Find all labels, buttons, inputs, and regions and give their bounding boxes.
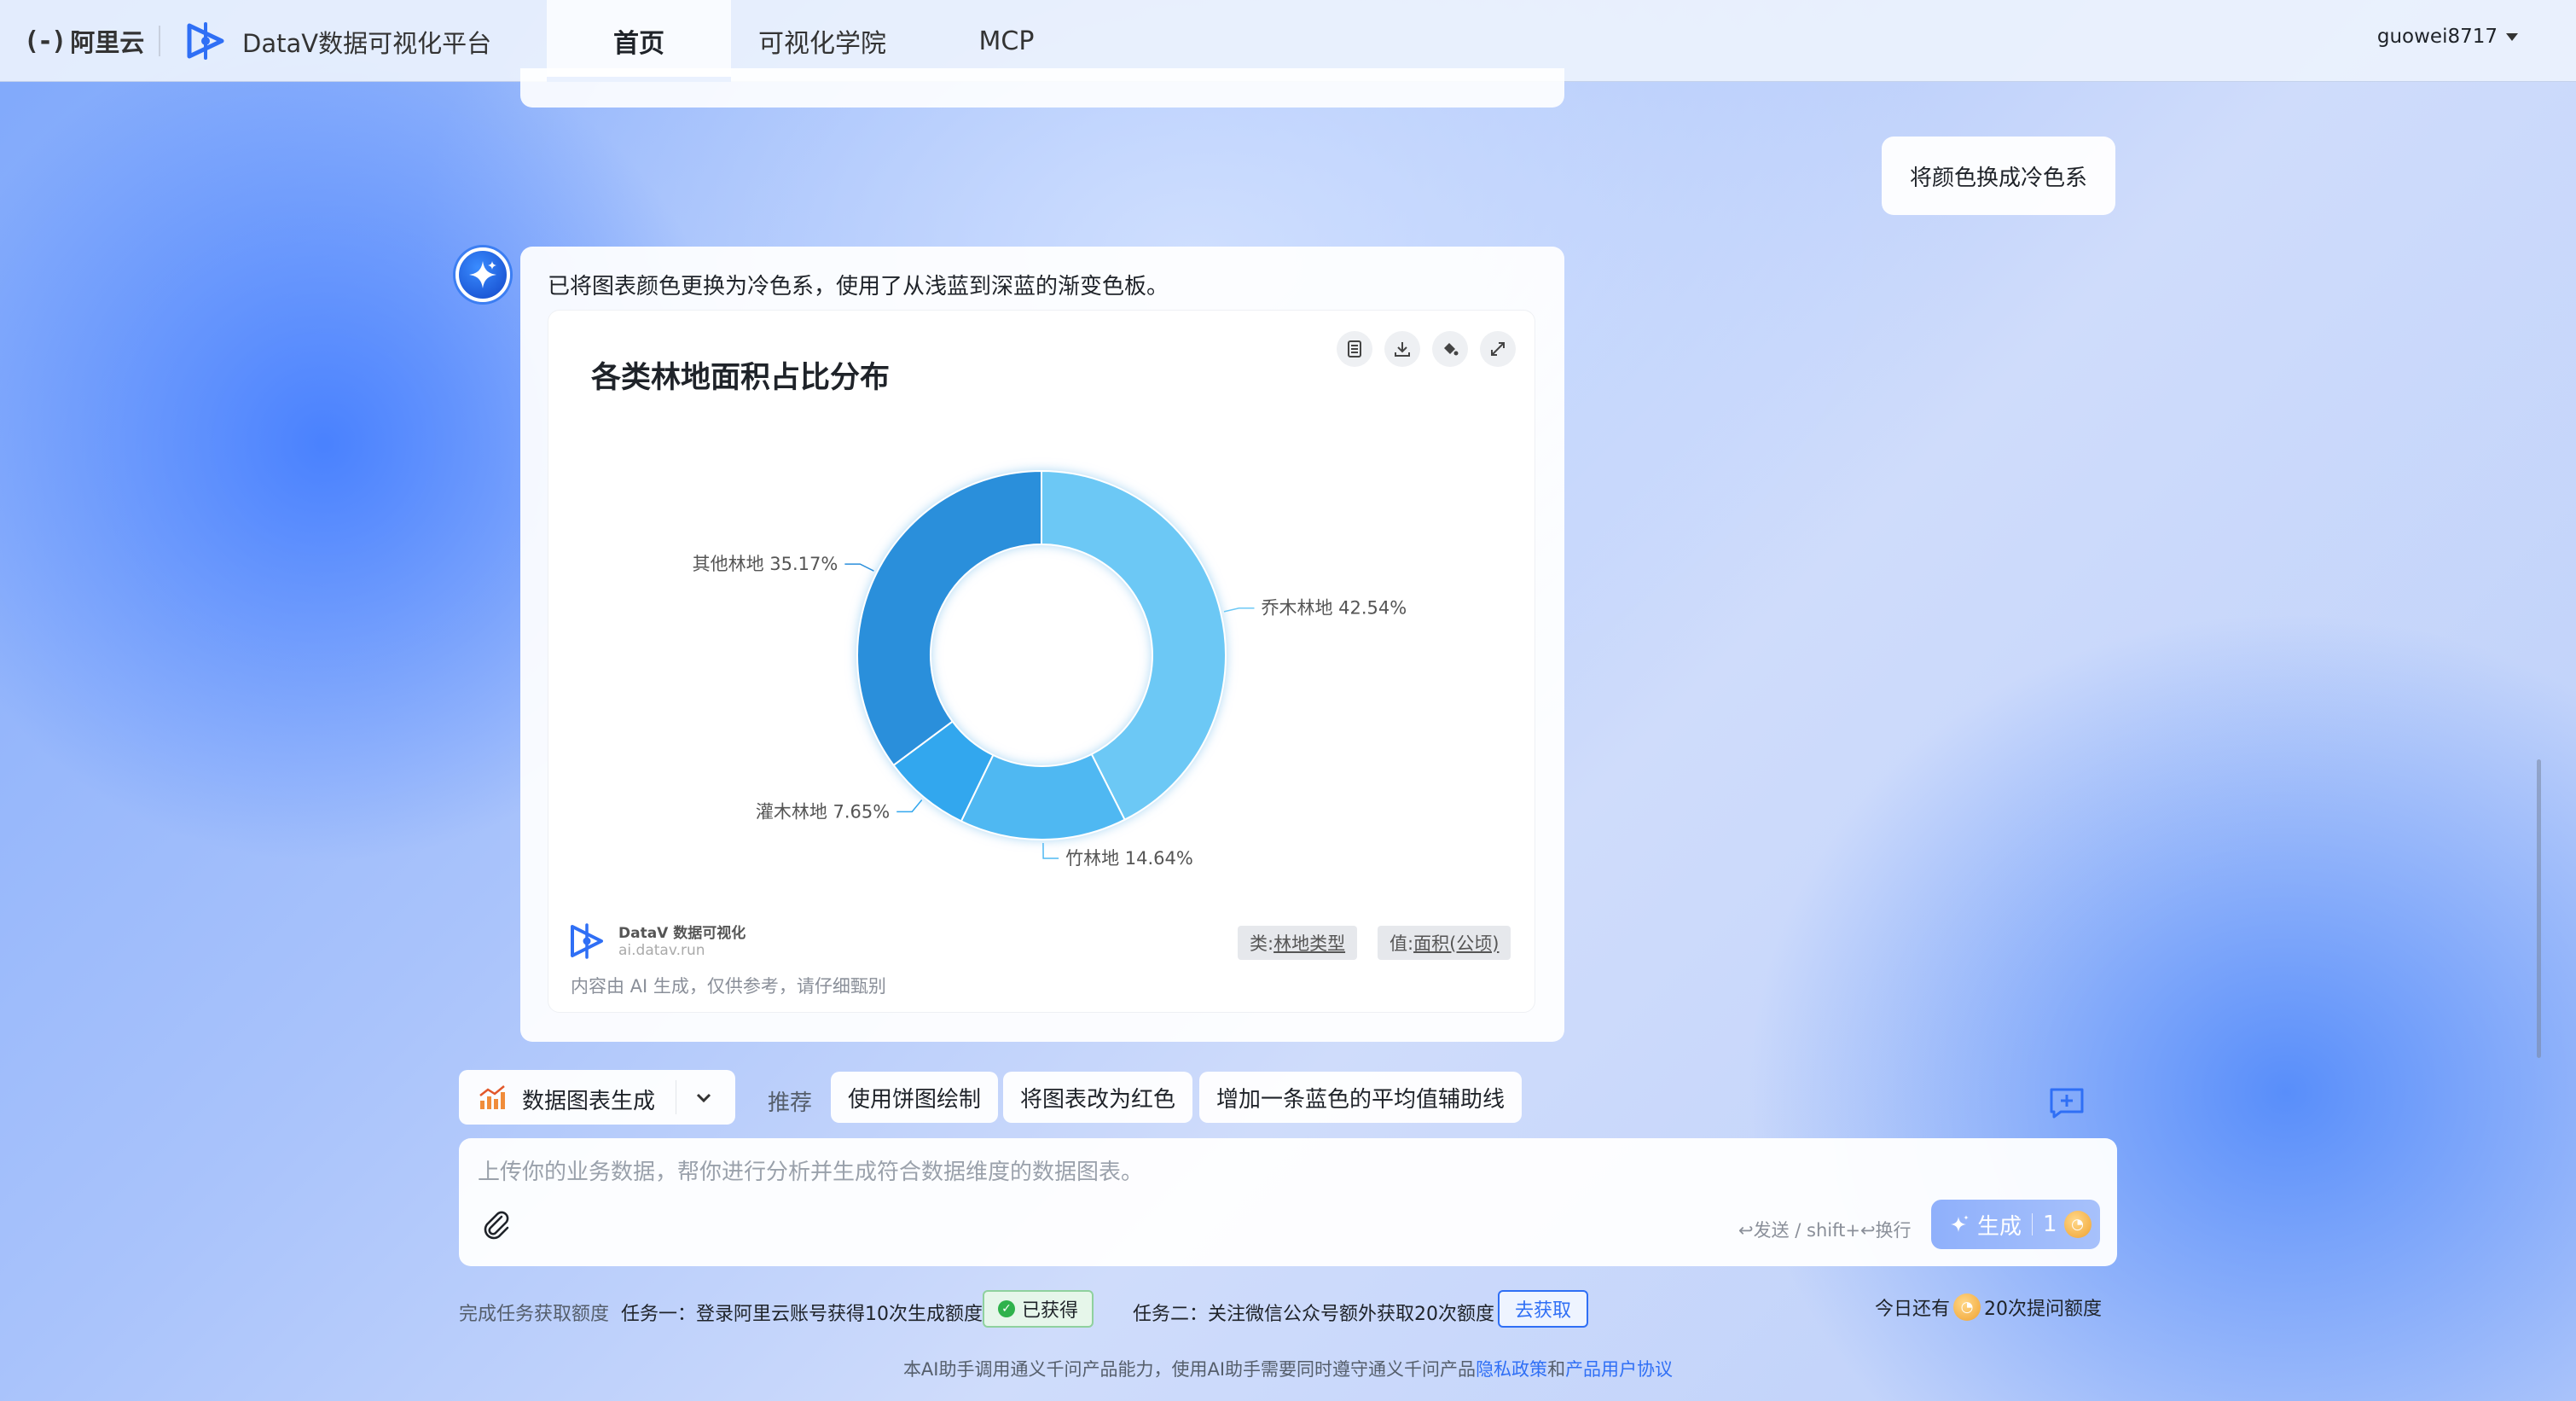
coin-icon: ◔ <box>2063 1211 2092 1238</box>
generate-cost: 1 <box>2043 1212 2057 1237</box>
ai-message-text: 已将图表颜色更换为冷色系，使用了从浅蓝到深蓝的渐变色板。 <box>548 274 1169 299</box>
new-chat-icon[interactable] <box>2049 1087 2085 1119</box>
sparkle-icon <box>469 261 496 288</box>
ai-disclaimer: 内容由 AI 生成，仅供参考，请仔细甄别 <box>571 976 886 997</box>
suggestion-chip-red[interactable]: 将图表改为红色 <box>1003 1072 1193 1123</box>
ai-message-card: 已将图表颜色更换为冷色系，使用了从浅蓝到深蓝的渐变色板。 各类林地面积占比分布 <box>520 247 1564 1042</box>
slice-label-1: 乔木林地 42.54% <box>1261 598 1407 619</box>
generate-button[interactable]: 生成 1 ◔ <box>1931 1200 2100 1249</box>
previous-message-card <box>520 68 1564 108</box>
mode-select-label: 数据图表生成 <box>522 1089 656 1114</box>
footer-and: 和 <box>1547 1359 1566 1380</box>
check-icon: ✓ <box>998 1300 1015 1317</box>
send-shortcut-hint: ↩发送 / shift+↩换行 <box>1738 1220 1912 1241</box>
task-two-action-button[interactable]: 去获取 <box>1498 1290 1589 1328</box>
aliyun-logo-mark: (-) <box>24 26 67 56</box>
category-tag-prefix: 类: <box>1250 933 1274 954</box>
aliyun-logo-text: 阿里云 <box>70 28 145 57</box>
chart-mode-icon <box>479 1085 505 1109</box>
label-leader-line-1 <box>1223 607 1255 613</box>
watermark-url: ai.datav.run <box>618 942 705 959</box>
label-leader-line-4 <box>844 563 874 572</box>
aliyun-logo[interactable]: (-) 阿里云 <box>24 22 144 60</box>
value-dimension-tag[interactable]: 值: 面积(公顷) <box>1378 926 1511 960</box>
slice-label-2: 竹林地 14.64% <box>1065 848 1193 869</box>
generate-divider <box>2032 1213 2034 1235</box>
donut-chart: 乔木林地 42.54% 竹林地 14.64% 灌木林地 7.65% 其他林地 35.1… <box>693 469 1407 869</box>
chart-panel: 各类林地面积占比分布 乔木林地 42.54% 竹林地 14.64% 灌木林地 7.6… <box>548 310 1535 1013</box>
generate-button-label: 生成 <box>1977 1213 2022 1240</box>
category-dimension-tag[interactable]: 类: 林地类型 <box>1238 926 1358 960</box>
mode-select[interactable]: 数据图表生成 <box>459 1070 735 1125</box>
quota-value: 20次提问额度 <box>1984 1299 2102 1320</box>
watermark-name: DataV 数据可视化 <box>618 925 746 942</box>
chevron-down-icon[interactable] <box>694 1089 713 1107</box>
footer-text: 本AI助手调用通义千问产品能力，使用AI助手需要同时遵守通义千问产品 <box>902 1359 1477 1380</box>
privacy-policy-link[interactable]: 隐私政策 <box>1476 1359 1547 1380</box>
user-message-bubble: 将颜色换成冷色系 <box>1882 137 2115 215</box>
username: guowei8717 <box>2376 26 2498 48</box>
category-tag-field: 林地类型 <box>1273 933 1346 954</box>
suggestion-chip-average-line[interactable]: 增加一条蓝色的平均值辅助线 <box>1199 1072 1523 1123</box>
task-one-text: 任务一：登录阿里云账号获得10次生成额度 <box>621 1304 983 1325</box>
task-row: 完成任务获取额度 任务一：登录阿里云账号获得10次生成额度 ✓ 已获得 任务二：… <box>459 1288 2117 1331</box>
datav-logo-icon[interactable] <box>183 19 229 63</box>
sparkle-icon <box>1951 1215 1969 1232</box>
recommend-label: 推荐 <box>768 1090 813 1116</box>
value-tag-field: 面积(公顷) <box>1413 933 1500 954</box>
platform-title[interactable]: DataV数据可视化平台 <box>242 24 491 60</box>
datav-watermark-logo <box>571 923 603 959</box>
footer-note: 本AI助手调用通义千问产品能力，使用AI助手需要同时遵守通义千问产品隐私政策和产… <box>0 1356 2576 1381</box>
user-agreement-link[interactable]: 产品用户协议 <box>1565 1359 1673 1380</box>
coin-icon: ◔ <box>1953 1293 1981 1321</box>
donut-slice-4[interactable] <box>856 469 1042 767</box>
value-tag-prefix: 值: <box>1390 933 1414 954</box>
task-one-status-badge: ✓ 已获得 <box>983 1290 1094 1328</box>
paperclip-icon[interactable] <box>479 1208 513 1242</box>
label-leader-line-3 <box>896 799 923 813</box>
composer: ↩发送 / shift+↩换行 生成 1 ◔ <box>459 1138 2117 1266</box>
label-leader-line-2 <box>1042 842 1059 859</box>
ai-assistant-avatar <box>455 247 510 302</box>
task-one-status: 已获得 <box>1022 1300 1079 1322</box>
quota-info: 今日还有 ◔ 20次提问额度 <box>1875 1293 2102 1321</box>
prompt-input[interactable] <box>478 1155 1842 1189</box>
slice-label-3: 灌木林地 7.65% <box>756 801 890 822</box>
scrollbar[interactable] <box>2537 759 2541 1058</box>
user-menu[interactable]: guowei8717 <box>2377 26 2518 48</box>
task-intro: 完成任务获取额度 <box>459 1304 610 1325</box>
task-two-text: 任务二：关注微信公众号额外获取20次额度 <box>1133 1304 1494 1325</box>
chevron-down-icon <box>2506 32 2518 41</box>
slice-label-4: 其他林地 35.17% <box>693 554 838 574</box>
quota-prefix: 今日还有 <box>1874 1299 1950 1320</box>
nav-divider <box>159 26 160 56</box>
suggestion-chip-pie[interactable]: 使用饼图绘制 <box>831 1072 999 1123</box>
